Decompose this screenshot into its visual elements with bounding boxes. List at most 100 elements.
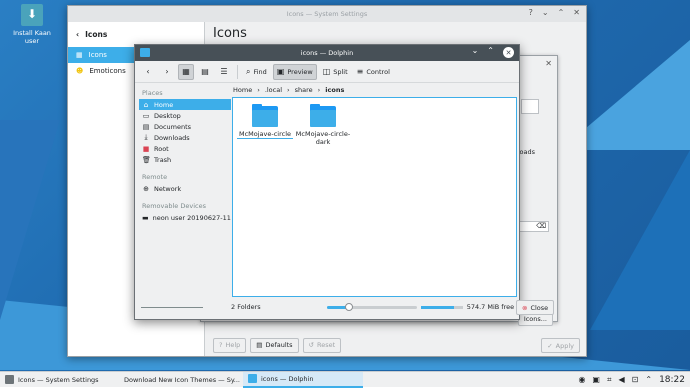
places-item-network[interactable]: ⊕ Network <box>139 183 231 194</box>
task-label: Download New Icon Themes — Sy... <box>124 375 240 384</box>
places-item-trash[interactable]: 🗑 Trash <box>139 154 231 165</box>
split-button[interactable]: ◫ Split <box>320 64 351 80</box>
zoom-slider[interactable] <box>326 302 417 311</box>
task-label: Icons — System Settings <box>18 375 99 384</box>
places-item-device[interactable]: ▬ neon user 20190627-11:3 <box>139 212 231 223</box>
settings-app-icon <box>5 375 14 384</box>
breadcrumb-home[interactable]: Home <box>233 86 252 94</box>
back-arrow-icon: ‹ <box>146 67 150 76</box>
places-panel: Places ⌂ Home ▭ Desktop ▤ Documents ⤓ Downlo… <box>139 85 231 297</box>
breadcrumb: Home › .local › share › icons <box>233 83 344 97</box>
minimize-icon[interactable]: ⌄ <box>542 8 549 17</box>
disk-icon[interactable]: ▣ <box>592 375 600 384</box>
search-field[interactable]: ⌫ <box>519 221 549 232</box>
sidebar-item-label: Emoticons <box>89 67 126 75</box>
places-header: Places <box>142 89 163 97</box>
settings-titlebar[interactable]: Icons — System Settings ? ⌄ ⌃ ✕ <box>68 6 586 22</box>
defaults-button[interactable]: ▤ Defaults <box>250 337 299 353</box>
places-item-root[interactable]: ■ Root <box>139 143 231 154</box>
trash-icon: 🗑 <box>142 155 151 164</box>
emoticon-icon: ☻ <box>76 67 84 75</box>
clock[interactable]: 18:22 <box>659 375 685 385</box>
search-icon: ⌕ <box>246 66 251 76</box>
network-icon[interactable]: ⌗ <box>607 375 612 385</box>
places-item-desktop[interactable]: ▭ Desktop <box>139 110 231 121</box>
notifications-icon[interactable]: ⊡ <box>632 375 639 384</box>
close-icon[interactable]: ✕ <box>503 47 514 58</box>
documents-icon: ▤ <box>142 122 150 131</box>
free-space-text: 574.7 MiB free <box>466 303 515 311</box>
preview-icon: ▣ <box>276 67 285 76</box>
reset-icon: ↺ <box>308 341 315 349</box>
breadcrumb-local[interactable]: .local <box>265 86 282 94</box>
folder-icon <box>310 104 336 127</box>
dolphin-titlebar[interactable]: icons — Dolphin ⌄ ⌃ ✕ <box>135 45 519 61</box>
preview-button[interactable]: ▣ Preview <box>272 63 317 80</box>
file-view[interactable]: McMojave-circle McMojave-circle-dark <box>232 97 517 297</box>
places-item-label: Desktop <box>154 111 181 120</box>
task-label: icons — Dolphin <box>261 374 314 383</box>
taskbar: Icons — System Settings Download New Ico… <box>0 371 690 388</box>
status-bar: 2 Folders 574.7 MiB free <box>139 299 517 315</box>
breadcrumb-share[interactable]: share <box>295 86 313 94</box>
breadcrumb-icons[interactable]: icons <box>325 86 344 94</box>
apply-button[interactable]: ✓ Apply <box>541 338 580 353</box>
task-system-settings[interactable]: Icons — System Settings <box>0 372 115 388</box>
reset-button[interactable]: ↺ Reset <box>302 337 342 353</box>
close-icon: ⊗ <box>522 303 528 312</box>
network-icon: ⊕ <box>143 184 149 193</box>
chevron-up-icon[interactable]: ⌃ <box>645 375 652 384</box>
places-item-home[interactable]: ⌂ Home <box>139 99 231 110</box>
folder-item[interactable]: McMojave-circle-dark <box>295 104 351 146</box>
apply-button-label: Apply <box>555 341 574 350</box>
minimize-icon[interactable]: ⌄ <box>472 46 479 58</box>
places-item-downloads[interactable]: ⤓ Downloads <box>139 132 231 143</box>
compact-view-icon: ▤ <box>201 67 209 76</box>
root-folder-icon: ■ <box>142 144 150 153</box>
places-item-label: Documents <box>154 122 192 131</box>
clear-icon[interactable]: ⌫ <box>536 222 546 230</box>
view-mode-button[interactable] <box>521 99 539 114</box>
chevron-right-icon: › <box>317 86 321 94</box>
settings-button-bar: ? Help ▤ Defaults ↺ Reset <box>205 334 587 356</box>
clipboard-icon[interactable]: ◉ <box>578 375 585 384</box>
places-item-documents[interactable]: ▤ Documents <box>139 121 231 132</box>
details-view-button[interactable]: ☰ <box>216 64 232 80</box>
back-arrow-icon[interactable]: ‹ <box>76 30 79 39</box>
volume-icon[interactable]: ◀ <box>619 375 625 384</box>
dolphin-title: icons — Dolphin <box>300 49 354 57</box>
zoom-slider-handle[interactable] <box>345 302 354 311</box>
maximize-icon[interactable]: ⌃ <box>487 46 494 58</box>
split-label: Split <box>333 67 348 76</box>
forward-button[interactable]: › <box>159 64 175 80</box>
control-button[interactable]: ≡ Control <box>354 64 393 80</box>
details-view-icon: ☰ <box>220 67 228 76</box>
icons-view-button[interactable]: ▦ <box>178 63 194 80</box>
page-title: Icons <box>213 26 247 41</box>
compact-view-button[interactable]: ▤ <box>197 64 213 80</box>
help-button-label: Help <box>225 341 241 349</box>
hamburger-menu-icon: ≡ <box>356 67 364 76</box>
help-icon: ? <box>219 341 223 349</box>
close-button[interactable]: ⊗ Close <box>516 300 555 315</box>
help-icon[interactable]: ? <box>529 8 533 17</box>
folder-item[interactable]: McMojave-circle <box>237 104 293 139</box>
help-button[interactable]: ? Help <box>213 337 247 353</box>
maximize-icon[interactable]: ⌃ <box>558 8 565 17</box>
dolphin-toolbar: ‹ › ▦ ▤ ☰ ⌕ Find ▣ Preview ◫ Split ≡ Control <box>135 61 519 83</box>
close-icon[interactable]: ✕ <box>573 8 580 17</box>
places-item-label: Trash <box>154 155 172 164</box>
back-button[interactable]: ‹ <box>140 64 156 80</box>
task-dolphin[interactable]: icons — Dolphin <box>243 371 363 388</box>
close-icon[interactable]: ✕ <box>545 59 552 68</box>
icons-module-icon: ▦ <box>76 51 83 59</box>
task-download-themes[interactable]: Download New Icon Themes — Sy... <box>115 372 243 388</box>
places-item-label: Network <box>154 184 182 193</box>
desktop-install-icon[interactable]: Install Kaan user <box>10 4 54 45</box>
install-icon <box>21 4 43 26</box>
folder-name: McMojave-circle-dark <box>295 130 351 146</box>
desktop-icon: ▭ <box>142 111 150 120</box>
status-divider <box>141 306 203 308</box>
find-button[interactable]: ⌕ Find <box>243 64 270 80</box>
drive-icon: ▬ <box>142 213 149 222</box>
